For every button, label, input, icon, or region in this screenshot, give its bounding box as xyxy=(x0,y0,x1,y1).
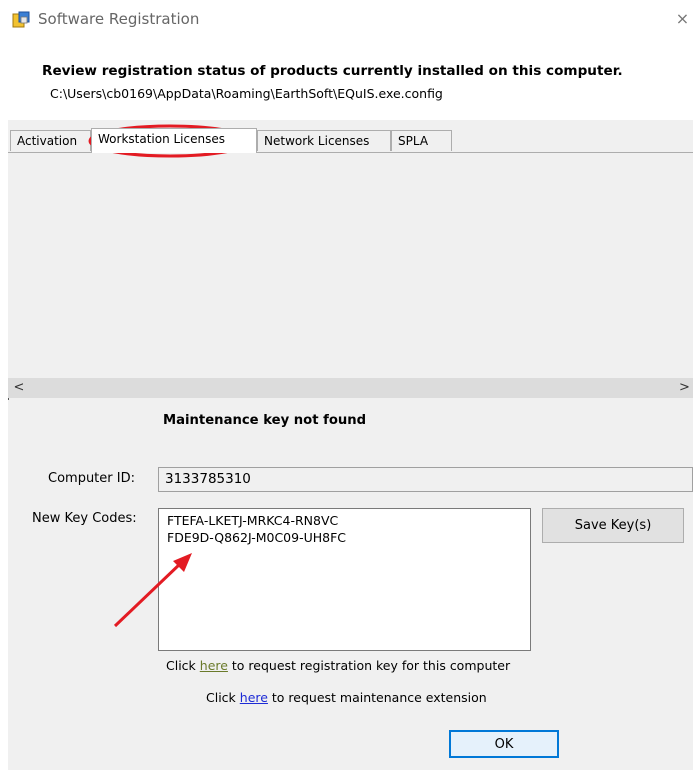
registration-link-line: Click here to request registration key f… xyxy=(166,658,510,673)
tab-spla[interactable]: SPLA xyxy=(391,130,452,151)
scroll-left-icon[interactable]: < xyxy=(8,378,30,398)
new-key-codes-label: New Key Codes: xyxy=(32,511,137,526)
key-code-line: FDE9D-Q862J-M0C09-UH8FC xyxy=(167,530,347,545)
link-prefix: Click xyxy=(206,690,240,705)
save-keys-button[interactable]: Save Key(s) xyxy=(542,508,684,543)
dialog-body: Review registration status of products c… xyxy=(8,40,693,770)
computer-id-field: 3133785310 xyxy=(158,467,693,492)
tab-activation[interactable]: Activation xyxy=(10,130,91,151)
maintenance-link-line: Click here to request maintenance extens… xyxy=(206,690,487,705)
tab-workstation-licenses[interactable]: Workstation Licenses xyxy=(91,128,257,153)
link-prefix: Click xyxy=(166,658,200,673)
page-heading: Review registration status of products c… xyxy=(42,63,623,79)
tab-strip: Activation Workstation Licenses Network … xyxy=(8,128,693,153)
window-title: Software Registration xyxy=(38,10,200,28)
key-code-line: FTEFA-LKETJ-MRKC4-RN8VC xyxy=(167,513,339,528)
tab-network-licenses[interactable]: Network Licenses xyxy=(257,130,391,151)
registration-app-icon xyxy=(12,11,30,28)
ok-button[interactable]: OK xyxy=(449,730,559,758)
title-bar: Software Registration × xyxy=(0,0,693,40)
computer-id-label: Computer ID: xyxy=(48,471,135,486)
new-key-codes-input[interactable]: FTEFA-LKETJ-MRKC4-RN8VC FDE9D-Q862J-M0C0… xyxy=(158,508,531,651)
close-icon[interactable]: × xyxy=(672,8,693,30)
link-suffix: to request registration key for this com… xyxy=(227,658,511,673)
workstation-licenses-panel xyxy=(8,152,693,379)
header-panel: Review registration status of products c… xyxy=(8,40,693,120)
maintenance-extension-link[interactable]: here xyxy=(240,690,268,705)
maintenance-status: Maintenance key not found xyxy=(163,413,367,428)
registration-key-link[interactable]: here xyxy=(200,658,228,673)
scroll-right-icon[interactable]: > xyxy=(676,378,693,398)
config-path: C:\Users\cb0169\AppData\Roaming\EarthSof… xyxy=(50,86,443,101)
link-suffix: to request maintenance extension xyxy=(267,690,487,705)
horizontal-scrollbar[interactable]: < > xyxy=(8,378,693,398)
